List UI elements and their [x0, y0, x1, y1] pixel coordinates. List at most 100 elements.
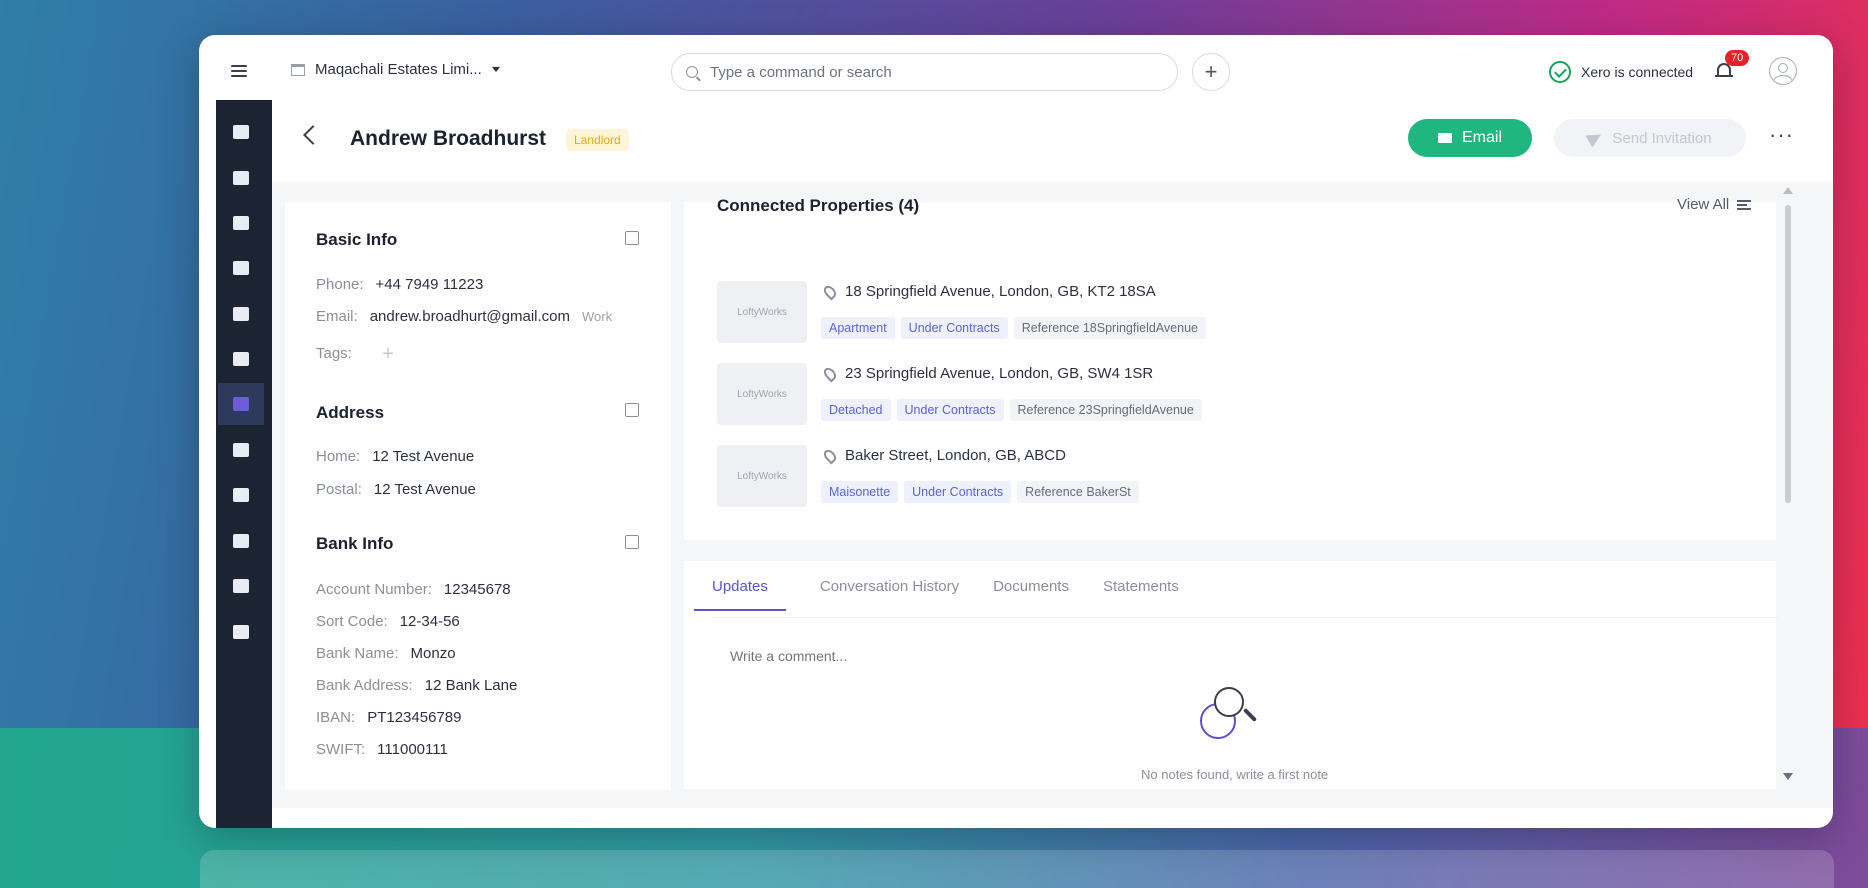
sidebar-item-documents[interactable] — [218, 520, 264, 562]
basic-info-title: Basic Info — [316, 230, 398, 249]
page-title: Andrew Broadhurst — [350, 127, 547, 150]
sidebar-item-lettings[interactable] — [218, 247, 264, 289]
document-icon — [233, 534, 249, 548]
sort-value: 12-34-56 — [399, 613, 460, 630]
tags-label: Tags: — [316, 345, 352, 362]
company-name: Maqachali Estates Limi... — [315, 61, 482, 78]
phone-value: +44 7949 11223 — [375, 276, 484, 293]
add-tag-icon[interactable]: + — [380, 344, 396, 364]
iban-field: IBAN: PT123456789 — [316, 709, 461, 726]
sidebar-item-people[interactable] — [218, 429, 264, 471]
property-card[interactable]: LoftyWorks Baker Street, London, GB, ABC… — [717, 445, 1477, 507]
email-field: Email: andrew.broadhurt@gmail.com Work — [316, 308, 612, 325]
property-status-tag: Under Contracts — [896, 399, 1004, 421]
comment-input[interactable] — [730, 648, 1430, 664]
property-thumbnail: LoftyWorks — [717, 445, 807, 507]
view-all-label: View All — [1677, 196, 1730, 213]
add-button[interactable]: + — [1192, 53, 1230, 91]
sidebar-item-tasks[interactable] — [218, 338, 264, 380]
sidebar-item-dashboard[interactable] — [218, 111, 264, 153]
sort-label: Sort Code: — [316, 613, 388, 630]
edit-bank-info-icon[interactable] — [625, 535, 639, 549]
sidebar-item-messages[interactable] — [218, 157, 264, 199]
company-selector[interactable]: Maqachali Estates Limi... — [291, 61, 500, 78]
sort-code-field: Sort Code: 12-34-56 — [316, 613, 460, 630]
sidebar-item-settings[interactable] — [218, 611, 264, 653]
clipboard-check-icon — [233, 352, 249, 366]
tabs-divider — [712, 617, 1778, 618]
scroll-up-arrow-icon[interactable] — [1783, 187, 1793, 194]
notifications-button[interactable]: 70 — [1715, 50, 1750, 81]
user-avatar[interactable] — [1769, 57, 1797, 85]
command-search[interactable] — [671, 53, 1178, 91]
hamburger-menu-icon[interactable] — [231, 65, 247, 77]
bank-name-value: Monzo — [410, 645, 456, 662]
search-icon — [686, 66, 698, 78]
bank-info-title: Bank Info — [316, 534, 394, 553]
email-label: Email: — [316, 308, 358, 325]
send-invitation-button[interactable]: Send Invitation — [1554, 119, 1746, 157]
sidebar-item-contacts[interactable] — [218, 383, 264, 425]
account-label: Account Number: — [316, 581, 432, 598]
email-button[interactable]: Email — [1408, 119, 1532, 157]
tab-conversation-history[interactable]: Conversation History — [820, 578, 959, 611]
property-reference-tag: Reference 23SpringfieldAvenue — [1009, 399, 1202, 421]
bank-icon — [233, 488, 249, 502]
vertical-scrollbar[interactable] — [1785, 205, 1791, 503]
account-value: 12345678 — [443, 581, 511, 598]
search-input[interactable] — [710, 63, 1150, 81]
bell-icon-base — [1715, 75, 1733, 77]
dashboard-icon — [233, 125, 249, 139]
property-address: Baker Street, London, GB, ABCD — [845, 447, 1066, 464]
property-card[interactable]: LoftyWorks 18 Springfield Avenue, London… — [717, 281, 1477, 343]
view-all-button[interactable]: View All — [1677, 196, 1752, 213]
property-tags: Detached Under Contracts Reference 23Spr… — [821, 399, 1202, 421]
swift-field: SWIFT: 111000111 — [316, 741, 448, 758]
calendar-icon — [233, 307, 249, 321]
email-type-tag: Work — [582, 309, 613, 324]
edit-basic-info-icon[interactable] — [625, 231, 639, 245]
property-status-tag: Under Contracts — [900, 317, 1008, 339]
bank-address-field: Bank Address: 12 Bank Lane — [316, 677, 517, 694]
property-status-tag: Under Contracts — [904, 481, 1012, 503]
postal-label: Postal: — [316, 481, 362, 498]
tab-statements[interactable]: Statements — [1103, 578, 1179, 611]
chat-icon — [233, 171, 249, 185]
sidebar-item-calendar[interactable] — [218, 293, 264, 335]
edit-address-icon[interactable] — [625, 403, 639, 417]
building-icon — [233, 216, 249, 230]
scroll-down-arrow-icon[interactable] — [1783, 773, 1793, 780]
property-type-tag: Apartment — [821, 317, 895, 339]
property-type-tag: Detached — [821, 399, 891, 421]
property-address: 23 Springfield Avenue, London, GB, SW4 1… — [845, 365, 1154, 382]
home-value: 12 Test Avenue — [372, 448, 475, 465]
phone-label: Phone: — [316, 276, 364, 293]
property-type-tag: Maisonette — [821, 481, 899, 503]
contact-card-icon — [233, 397, 249, 411]
property-reference-tag: Reference BakerSt — [1017, 481, 1139, 503]
more-options-button[interactable]: ··· — [1769, 122, 1794, 148]
swift-value: 111000111 — [377, 741, 448, 758]
role-badge: Landlord — [566, 129, 629, 151]
empty-notes-text: No notes found, write a first note — [1141, 767, 1329, 782]
connected-properties-title: Connected Properties (4) — [717, 196, 920, 215]
sidebar-item-accounting[interactable] — [218, 474, 264, 516]
bank-address-label: Bank Address: — [316, 677, 413, 694]
bank-name-field: Bank Name: Monzo — [316, 645, 456, 662]
iban-label: IBAN: — [316, 709, 356, 726]
avatar-head — [1778, 63, 1788, 73]
window-reflection — [200, 850, 1834, 888]
tab-documents[interactable]: Documents — [993, 578, 1069, 611]
sidebar-item-reports[interactable] — [218, 565, 264, 607]
property-card[interactable]: LoftyWorks 23 Springfield Avenue, London… — [717, 363, 1477, 425]
chart-icon — [233, 579, 249, 593]
notification-count-badge: 70 — [1725, 50, 1750, 66]
building-icon — [291, 63, 305, 76]
xero-status-text: Xero is connected — [1581, 64, 1694, 80]
tab-updates[interactable]: Updates — [694, 578, 786, 611]
email-value: andrew.broadhurt@gmail.com — [369, 308, 571, 325]
send-invitation-label: Send Invitation — [1612, 129, 1712, 147]
home-address-field: Home: 12 Test Avenue — [316, 448, 474, 465]
sidebar-item-properties[interactable] — [218, 202, 264, 244]
chevron-down-icon — [491, 67, 500, 72]
